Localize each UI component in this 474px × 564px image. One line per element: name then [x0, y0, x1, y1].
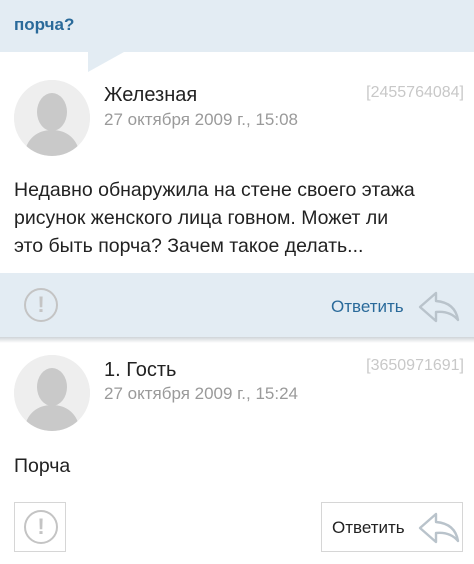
- comment-body-line: Порча: [14, 455, 71, 477]
- comment-body: Недавно обнаружила на стене своего этажа…: [14, 176, 464, 260]
- report-alert-icon[interactable]: !: [24, 288, 58, 322]
- reply-link[interactable]: Ответить: [331, 297, 404, 317]
- comment-body-line: рисунок женского лица говном. Может ли: [14, 207, 389, 229]
- comment-date: 27 октября 2009 г., 15:24: [104, 384, 299, 403]
- speech-notch: [88, 52, 124, 72]
- reply-button-label: Ответить: [332, 518, 405, 537]
- comment-id: [2455764084]: [366, 84, 464, 101]
- reply-arrow-icon: [418, 512, 460, 544]
- reply-button[interactable]: Ответить: [321, 502, 463, 552]
- user-avatar-icon[interactable]: [14, 355, 90, 431]
- comment-author[interactable]: 1. Гость: [104, 359, 176, 382]
- comment-body-line: Недавно обнаружила на стене своего этажа: [14, 179, 415, 201]
- comment-date: 27 октября 2009 г., 15:08: [104, 110, 299, 129]
- comment-action-bar: ! Ответить: [0, 273, 474, 337]
- topic-title: порча?: [14, 15, 75, 34]
- report-alert-icon: !: [24, 510, 58, 544]
- action-bar-shadow: [0, 337, 474, 343]
- comment-body-line: это быть порча? Зачем такое делать...: [14, 235, 364, 257]
- comment-author[interactable]: Железная: [104, 84, 197, 107]
- comment-body: Порча: [14, 452, 464, 480]
- report-button[interactable]: !: [14, 502, 66, 552]
- topic-header: порча?: [0, 0, 474, 52]
- comment-id: [3650971691]: [366, 357, 464, 374]
- reply-arrow-icon[interactable]: [418, 291, 460, 323]
- user-avatar-icon[interactable]: [14, 80, 90, 156]
